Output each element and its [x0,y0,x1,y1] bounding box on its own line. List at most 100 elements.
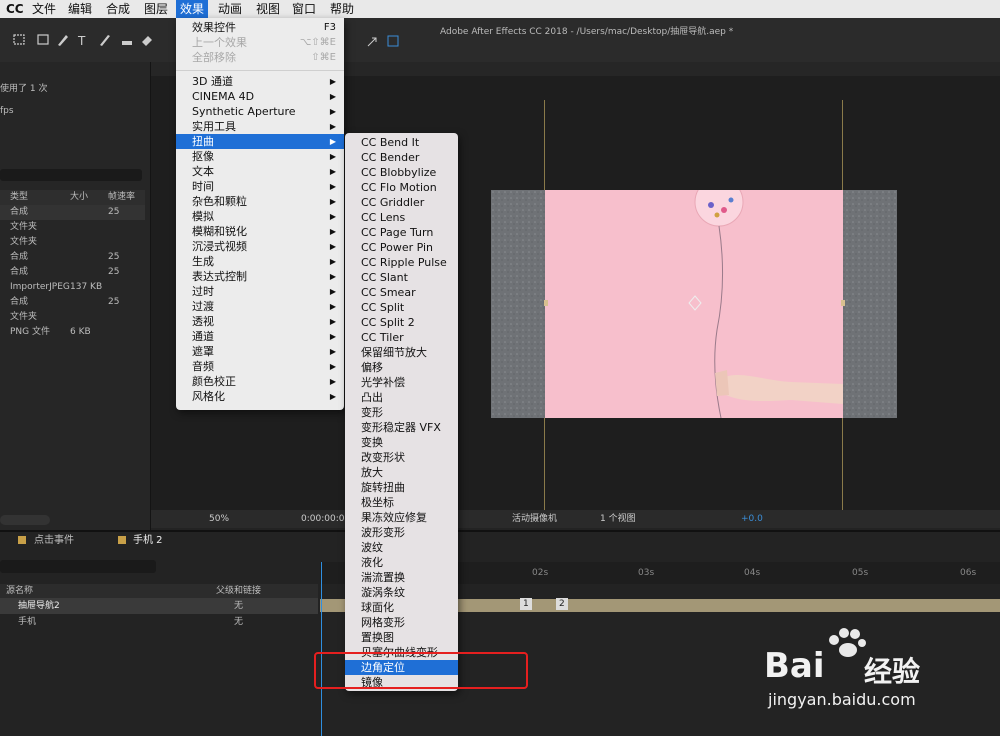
menu-item-category[interactable]: 抠像 ▶ [176,149,344,164]
layer-name[interactable]: 抽屉导航2 [18,599,60,614]
menu-item-distort-effect[interactable]: 凸出 [345,390,458,405]
parent-select[interactable]: 无 [234,615,243,630]
views-select[interactable]: 1 个视图 [600,512,636,527]
menu-item-category[interactable]: 模拟 ▶ [176,209,344,224]
menu-item-category[interactable]: 扭曲 ▶ [176,134,344,149]
menu-item-category[interactable]: 文本 ▶ [176,164,344,179]
col-parent[interactable]: 父级和链接 [216,584,261,599]
menu-file[interactable]: 文件 [28,0,60,18]
menu-item-distort-effect[interactable]: CC Bend It [345,135,458,150]
menu-item-distort-effect[interactable]: 波纹 [345,540,458,555]
menu-item-category[interactable]: 遮罩 ▶ [176,344,344,359]
menu-view[interactable]: 视图 [252,0,284,18]
menu-item-category[interactable]: CINEMA 4D ▶ [176,89,344,104]
menu-item-category[interactable]: 透视 ▶ [176,314,344,329]
menu-item-distort-effect[interactable]: 网格变形 [345,615,458,630]
menu-item-distort-effect[interactable]: CC Flo Motion [345,180,458,195]
menu-item-category[interactable]: 杂色和颗粒 ▶ [176,194,344,209]
menu-item-distort-effect[interactable]: CC Lens [345,210,458,225]
zoom-select[interactable]: 50% [209,512,229,527]
menu-item-distort-effect[interactable]: 变形稳定器 VFX [345,420,458,435]
project-row[interactable]: PNG 文件 6 KB [0,325,145,340]
tab-phone-2[interactable]: 手机 2 [133,533,163,548]
menu-item-category[interactable]: 3D 通道 ▶ [176,74,344,89]
menu-help[interactable]: 帮助 [326,0,358,18]
layer-search-input[interactable] [0,560,156,573]
menu-item-distort-effect[interactable]: CC Split [345,300,458,315]
layer-row[interactable]: 抽屉导航2 无 [0,598,318,614]
menu-item-distort-effect[interactable]: CC Power Pin [345,240,458,255]
menu-item-distort-effect[interactable]: 放大 [345,465,458,480]
menu-item-distort-effect[interactable]: CC Blobbylize [345,165,458,180]
menu-item-distort-effect[interactable]: 旋转扭曲 [345,480,458,495]
layer-name[interactable]: 手机 [18,615,36,630]
menu-item-category[interactable]: 生成 ▶ [176,254,344,269]
col-fps[interactable]: 帧速率 [108,190,135,205]
keyframe-marker[interactable]: 2 [556,598,568,610]
menu-item-distort-effect[interactable]: CC Tiler [345,330,458,345]
project-row[interactable]: 合成 25 [0,205,145,220]
menu-item-category[interactable]: 通道 ▶ [176,329,344,344]
menu-item-category[interactable]: 沉浸式视频 ▶ [176,239,344,254]
snap-icons[interactable] [366,34,406,48]
parent-select[interactable]: 无 [234,599,243,614]
col-size[interactable]: 大小 [70,190,88,205]
menu-animation[interactable]: 动画 [214,0,246,18]
menu-item-distort-effect[interactable]: 极坐标 [345,495,458,510]
menu-item-effect-controls[interactable]: 效果控件 F3 [176,20,344,35]
menu-item-distort-effect[interactable]: CC Bender [345,150,458,165]
menu-item-distort-effect[interactable]: 液化 [345,555,458,570]
menu-item-distort-effect[interactable]: 保留细节放大 [345,345,458,360]
col-type[interactable]: 类型 [10,190,28,205]
app-menu[interactable]: CC [2,0,28,18]
project-row[interactable]: 文件夹 [0,310,145,325]
menu-item-distort-effect[interactable]: 波形变形 [345,525,458,540]
menu-item-category[interactable]: 实用工具 ▶ [176,119,344,134]
camera-select[interactable]: 活动摄像机 [512,512,557,527]
project-row[interactable]: 合成 25 [0,295,145,310]
menu-item-category[interactable]: 过渡 ▶ [176,299,344,314]
menu-item-distort-effect[interactable]: CC Ripple Pulse [345,255,458,270]
tab-click-event[interactable]: 点击事件 [34,533,74,548]
project-row[interactable]: 合成 25 [0,265,145,280]
menu-composition[interactable]: 合成 [102,0,134,18]
menu-item-distort-effect[interactable]: 果冻效应修复 [345,510,458,525]
menu-effect[interactable]: 效果 [176,0,209,18]
scrollbar[interactable] [0,515,50,525]
menu-item-category[interactable]: 颜色校正 ▶ [176,374,344,389]
menu-item-distort-effect[interactable]: CC Slant [345,270,458,285]
menu-item-distort-effect[interactable]: 偏移 [345,360,458,375]
menu-item-category[interactable]: 风格化 ▶ [176,389,344,404]
menu-window[interactable]: 窗口 [288,0,320,18]
project-row[interactable]: 文件夹 [0,235,145,250]
menu-item-distort-effect[interactable]: 改变形状 [345,450,458,465]
playhead[interactable] [321,562,322,736]
exposure-value[interactable]: +0.0 [741,512,763,527]
menu-item-category[interactable]: 时间 ▶ [176,179,344,194]
menu-edit[interactable]: 编辑 [64,0,96,18]
layer-row[interactable]: 手机 无 [0,614,318,630]
search-input[interactable] [0,169,142,181]
project-row[interactable]: 合成 25 [0,250,145,265]
keyframe-marker[interactable]: 1 [520,598,532,610]
menu-item-category[interactable]: Synthetic Aperture ▶ [176,104,344,119]
menu-item-distort-effect[interactable]: CC Page Turn [345,225,458,240]
menu-item-distort-effect[interactable]: 光学补偿 [345,375,458,390]
menu-layer[interactable]: 图层 [140,0,172,18]
menu-item-category[interactable]: 模糊和锐化 ▶ [176,224,344,239]
menu-item-distort-effect[interactable]: 变形 [345,405,458,420]
menu-item-category[interactable]: 表达式控制 ▶ [176,269,344,284]
menu-item-distort-effect[interactable]: 变换 [345,435,458,450]
menu-item-category[interactable]: 音频 ▶ [176,359,344,374]
menu-item-distort-effect[interactable]: 球面化 [345,600,458,615]
menu-item-distort-effect[interactable]: CC Split 2 [345,315,458,330]
menu-item-category[interactable]: 过时 ▶ [176,284,344,299]
menu-item-last-effect[interactable]: 上一个效果 ⌥⇧⌘E [176,35,344,50]
menu-item-distort-effect[interactable]: CC Smear [345,285,458,300]
project-row[interactable]: ImporterJPEG 137 KB [0,280,145,295]
col-source-name[interactable]: 源名称 [6,584,33,599]
menu-item-distort-effect[interactable]: CC Griddler [345,195,458,210]
menu-item-distort-effect[interactable]: 漩涡条纹 [345,585,458,600]
menu-item-distort-effect[interactable]: 置换图 [345,630,458,645]
project-row[interactable]: 文件夹 [0,220,145,235]
